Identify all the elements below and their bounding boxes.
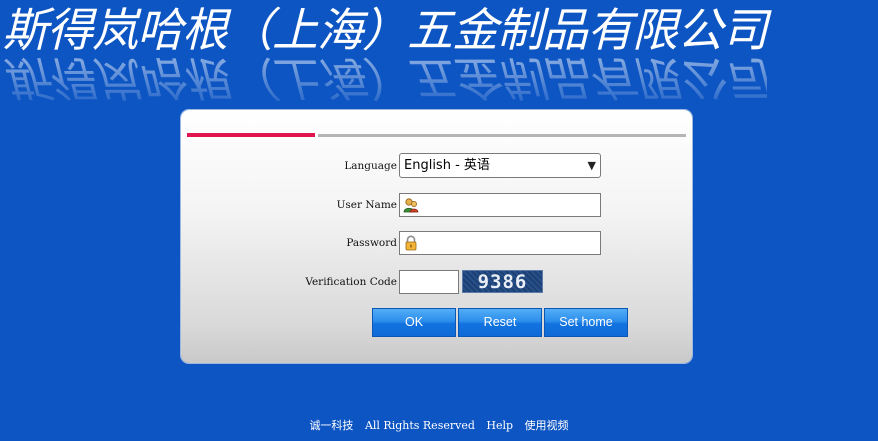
panel-accent-bar: [187, 133, 315, 137]
password-input[interactable]: [399, 231, 601, 255]
footer-rights: All Rights Reserved: [364, 419, 475, 432]
password-label: Password: [346, 237, 397, 249]
verification-label: Verification Code: [305, 276, 397, 288]
set-home-button[interactable]: Set home: [544, 308, 628, 337]
language-select[interactable]: English - 英语 ▼: [399, 153, 601, 178]
language-select-value: English - 英语: [404, 158, 490, 173]
username-label: User Name: [336, 199, 397, 211]
verification-input[interactable]: [399, 270, 459, 294]
ok-button[interactable]: OK: [372, 308, 456, 337]
captcha-image[interactable]: 9386: [462, 270, 543, 293]
panel-divider-bar: [318, 134, 686, 137]
footer-video-link[interactable]: 使用视频: [525, 419, 569, 432]
language-label: Language: [344, 160, 397, 172]
footer: 诚一科技 All Rights Reserved Help 使用视频: [0, 417, 878, 433]
title-banner: 斯得岚哈根（上海）五金制品有限公司 斯得岚哈根（上海）五金制品有限公司: [0, 0, 878, 105]
user-icon: [403, 198, 419, 213]
lock-icon: [405, 235, 417, 251]
reset-button[interactable]: Reset: [458, 308, 542, 337]
footer-help-link[interactable]: Help: [486, 419, 513, 432]
company-title-reflection: 斯得岚哈根（上海）五金制品有限公司: [2, 51, 767, 105]
chevron-down-icon: ▼: [587, 159, 596, 172]
username-input[interactable]: [399, 193, 601, 217]
company-title: 斯得岚哈根（上海）五金制品有限公司: [2, 3, 768, 57]
login-panel: Language English - 英语 ▼ User Name Passwo…: [181, 110, 692, 363]
footer-company: 诚一科技: [309, 419, 354, 432]
